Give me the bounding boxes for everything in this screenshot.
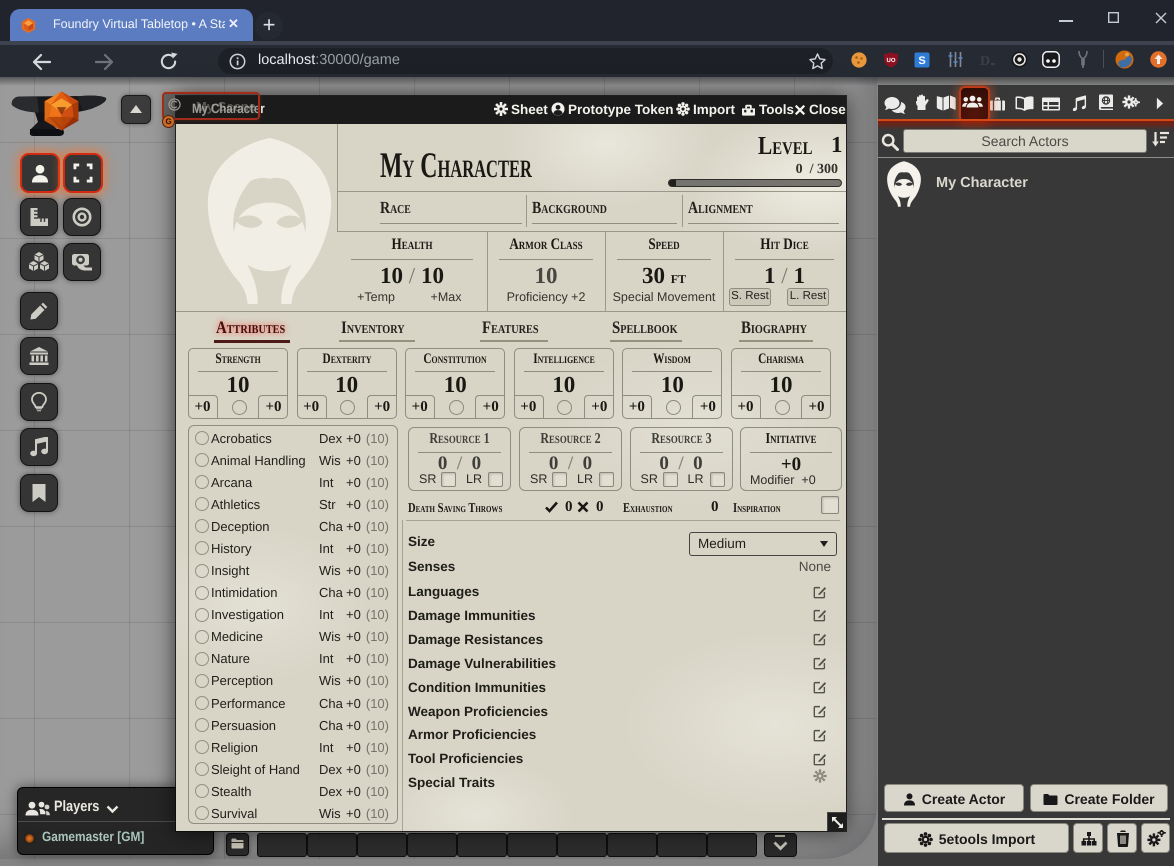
svg-text:UO: UO xyxy=(887,57,896,64)
svg-text:S: S xyxy=(918,55,925,67)
svg-text:D: D xyxy=(980,54,990,68)
